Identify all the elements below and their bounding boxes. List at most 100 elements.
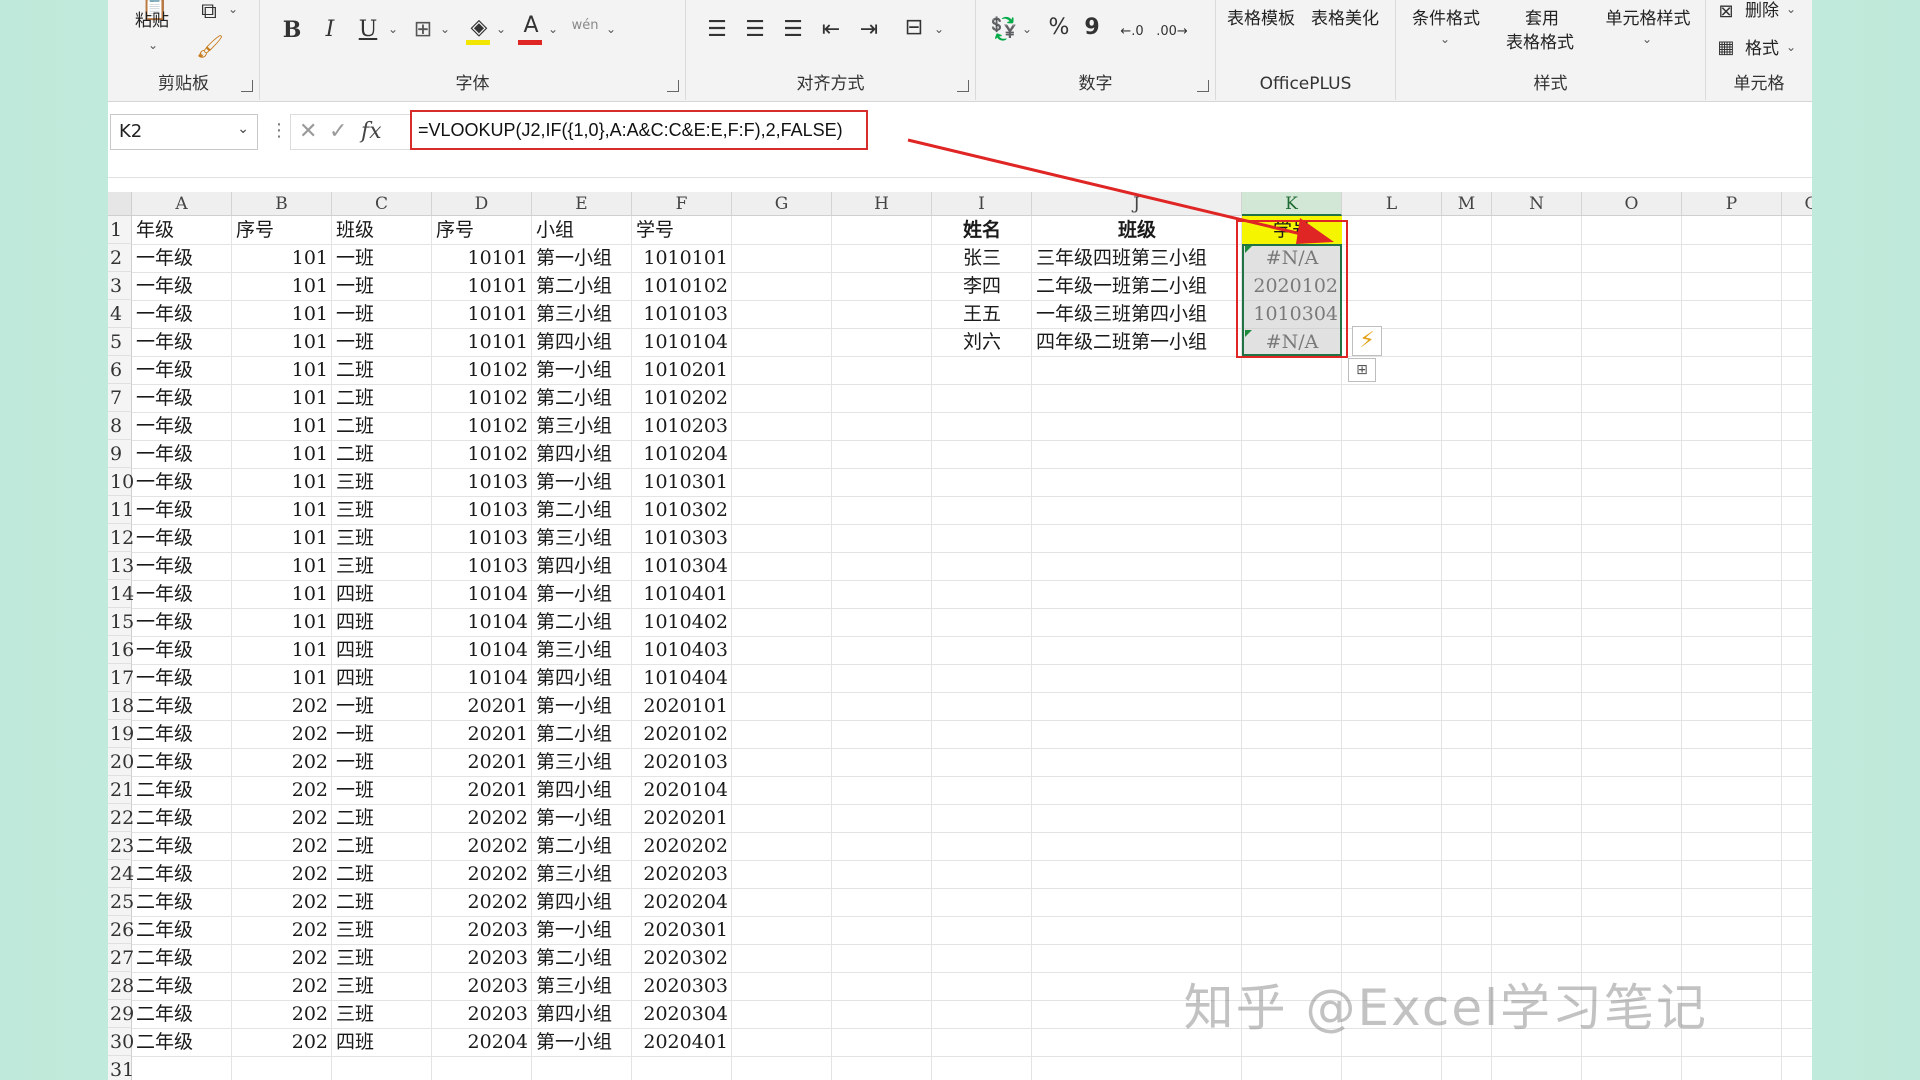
column-header-n[interactable]: N <box>1492 192 1582 216</box>
header-cell-b[interactable]: 序号 <box>232 216 332 244</box>
table-cell[interactable]: 二年级 <box>132 776 232 804</box>
row-header-9[interactable]: 9 <box>108 440 132 468</box>
lookup-name-cell[interactable]: 李四 <box>932 272 1032 300</box>
row-header-14[interactable]: 14 <box>108 580 134 608</box>
table-cell[interactable]: 第一小组 <box>532 916 632 944</box>
table-cell[interactable]: 二班 <box>332 440 432 468</box>
table-cell[interactable]: 二年级 <box>132 972 232 1000</box>
column-header-a[interactable]: A <box>132 192 232 216</box>
table-cell[interactable]: 二年级 <box>132 832 232 860</box>
table-cell[interactable]: 二班 <box>332 804 432 832</box>
accounting-format-icon[interactable]: 💱 <box>990 18 1018 42</box>
flash-fill-icon[interactable]: ⚡ <box>1352 326 1382 356</box>
format-cells-button[interactable]: 格式 <box>1742 38 1782 60</box>
table-cell[interactable]: 20201 <box>432 692 532 720</box>
table-cell[interactable]: 一班 <box>332 328 432 356</box>
column-header-g[interactable]: G <box>732 192 832 216</box>
table-cell[interactable]: 2020401 <box>632 1028 732 1056</box>
format-painter-icon[interactable]: 🖌 <box>196 36 224 60</box>
row-header-2[interactable]: 2 <box>108 244 132 272</box>
table-cell[interactable]: 202 <box>232 748 332 776</box>
table-cell[interactable]: 一年级 <box>132 440 232 468</box>
table-cell[interactable]: 10102 <box>432 440 532 468</box>
column-header-b[interactable]: B <box>232 192 332 216</box>
table-cell[interactable]: 101 <box>232 272 332 300</box>
table-cell[interactable]: 1010402 <box>632 608 732 636</box>
row-header-23[interactable]: 23 <box>108 832 134 860</box>
table-cell[interactable]: 20201 <box>432 748 532 776</box>
table-cell[interactable]: 第二小组 <box>532 832 632 860</box>
copy-dropdown-icon[interactable]: ⌄ <box>228 2 238 16</box>
row-header-13[interactable]: 13 <box>108 552 134 580</box>
table-cell[interactable]: 二班 <box>332 412 432 440</box>
table-cell[interactable]: 1010202 <box>632 384 732 412</box>
align-right-icon[interactable]: ☰ <box>780 18 806 42</box>
table-cell[interactable]: 202 <box>232 944 332 972</box>
table-cell[interactable]: 101 <box>232 244 332 272</box>
table-cell[interactable]: 二年级 <box>132 1000 232 1028</box>
row-header-24[interactable]: 24 <box>108 860 134 888</box>
table-cell[interactable]: 第二小组 <box>532 608 632 636</box>
table-cell[interactable]: 2020303 <box>632 972 732 1000</box>
row-header-20[interactable]: 20 <box>108 748 134 776</box>
table-cell[interactable]: 1010303 <box>632 524 732 552</box>
table-cell[interactable]: 四班 <box>332 1028 432 1056</box>
table-cell[interactable]: 10102 <box>432 412 532 440</box>
row-header-5[interactable]: 5 <box>108 328 132 356</box>
row-header-1[interactable]: 1 <box>108 216 132 244</box>
table-cell[interactable]: 202 <box>232 888 332 916</box>
table-cell[interactable]: 20202 <box>432 860 532 888</box>
table-cell[interactable]: 1010302 <box>632 496 732 524</box>
table-cell[interactable]: 第四小组 <box>532 552 632 580</box>
table-cell[interactable]: 20202 <box>432 832 532 860</box>
conditional-format-dropdown-icon[interactable]: ⌄ <box>1440 32 1450 46</box>
table-cell[interactable]: 三班 <box>332 1000 432 1028</box>
table-cell[interactable]: 第三小组 <box>532 972 632 1000</box>
table-cell[interactable]: 101 <box>232 440 332 468</box>
table-cell[interactable]: 2020201 <box>632 804 732 832</box>
merge-dropdown-icon[interactable]: ⌄ <box>934 22 944 36</box>
table-cell[interactable]: 10101 <box>432 328 532 356</box>
table-cell[interactable]: 二班 <box>332 860 432 888</box>
table-cell[interactable]: 第二小组 <box>532 944 632 972</box>
table-cell[interactable]: 202 <box>232 776 332 804</box>
table-cell[interactable]: 第二小组 <box>532 272 632 300</box>
row-header-12[interactable]: 12 <box>108 524 134 552</box>
table-cell[interactable]: 101 <box>232 664 332 692</box>
comma-style-button[interactable]: 9 <box>1082 16 1102 40</box>
paste-button[interactable]: 粘贴 <box>130 10 174 32</box>
table-cell[interactable]: 三班 <box>332 524 432 552</box>
lookup-name-cell[interactable]: 刘六 <box>932 328 1032 356</box>
table-cell[interactable]: 10101 <box>432 272 532 300</box>
table-cell[interactable]: 1010401 <box>632 580 732 608</box>
column-header-c[interactable]: C <box>332 192 432 216</box>
table-cell[interactable]: 1010203 <box>632 412 732 440</box>
table-cell[interactable]: 二年级 <box>132 804 232 832</box>
row-header-6[interactable]: 6 <box>108 356 132 384</box>
table-cell[interactable]: 第一小组 <box>532 244 632 272</box>
row-header-19[interactable]: 19 <box>108 720 134 748</box>
table-cell[interactable]: 2020103 <box>632 748 732 776</box>
table-cell[interactable]: 二年级 <box>132 944 232 972</box>
table-cell[interactable]: 10102 <box>432 356 532 384</box>
underline-button[interactable]: U <box>358 18 378 42</box>
table-cell[interactable]: 20203 <box>432 916 532 944</box>
table-cell[interactable]: 二年级 <box>132 1028 232 1056</box>
table-cell[interactable]: 2020302 <box>632 944 732 972</box>
table-cell[interactable]: 20202 <box>432 888 532 916</box>
bold-button[interactable]: B <box>282 18 302 42</box>
row-header-3[interactable]: 3 <box>108 272 132 300</box>
row-header-27[interactable]: 27 <box>108 944 134 972</box>
format-dropdown-icon[interactable]: ⌄ <box>1786 40 1796 54</box>
table-cell[interactable]: 2020203 <box>632 860 732 888</box>
pinyin-dropdown-icon[interactable]: ⌄ <box>606 22 616 36</box>
table-cell[interactable]: 20203 <box>432 972 532 1000</box>
row-header-16[interactable]: 16 <box>108 636 134 664</box>
table-cell[interactable]: 二班 <box>332 832 432 860</box>
table-cell[interactable]: 202 <box>232 1000 332 1028</box>
table-cell[interactable]: 第四小组 <box>532 664 632 692</box>
table-cell[interactable]: 四班 <box>332 580 432 608</box>
table-cell[interactable]: 第四小组 <box>532 328 632 356</box>
increase-decimal-button[interactable]: ←.0 <box>1114 20 1150 44</box>
table-cell[interactable]: 三班 <box>332 552 432 580</box>
